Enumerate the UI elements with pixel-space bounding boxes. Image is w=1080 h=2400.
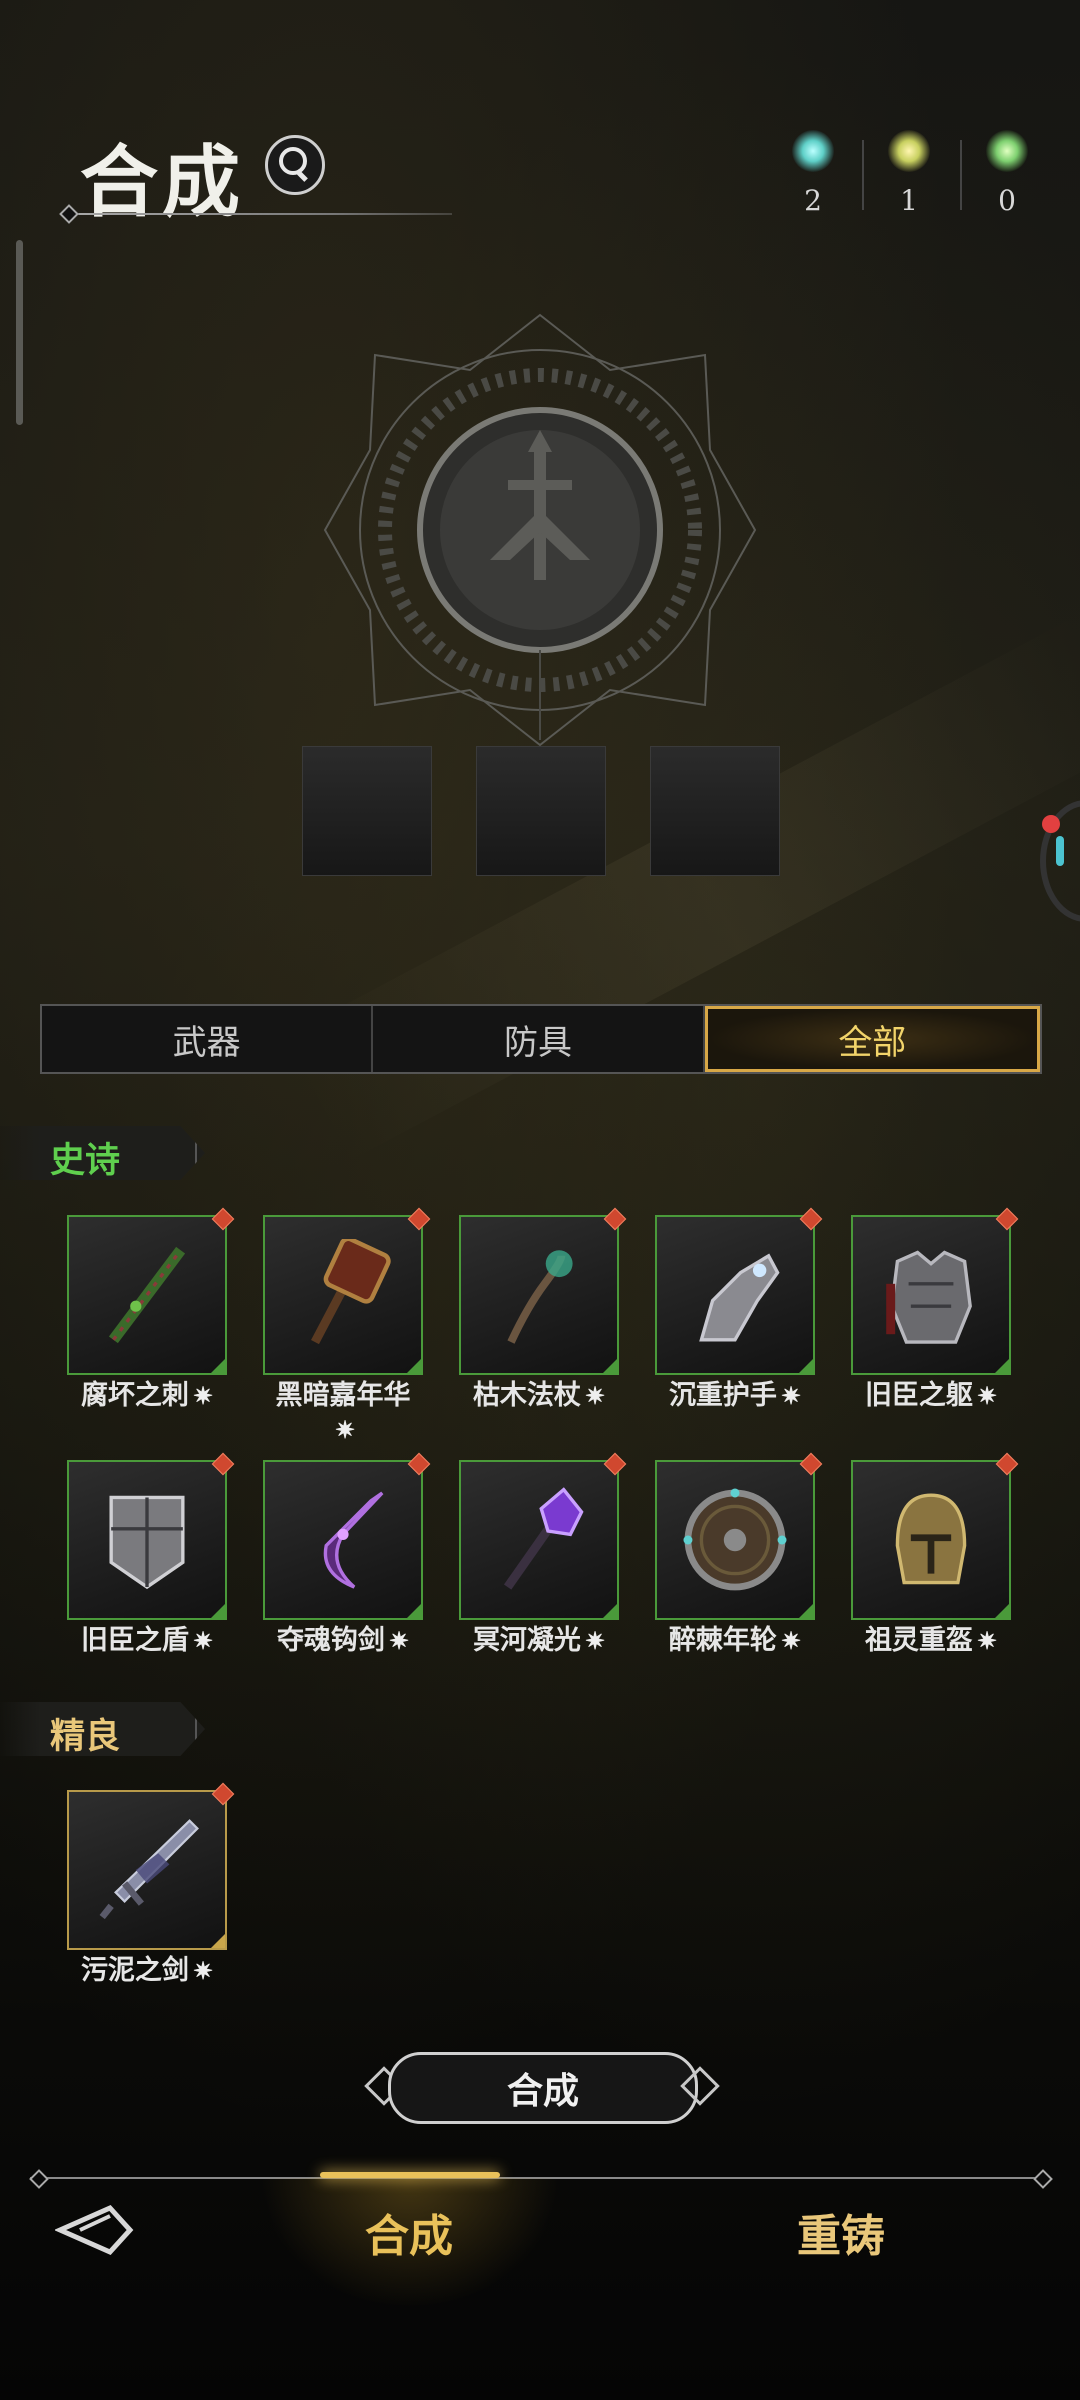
cyan-spiral-gem-icon xyxy=(792,130,834,172)
gauntlet-icon xyxy=(699,1253,780,1342)
item-name: 冥河凝光 xyxy=(472,1625,581,1656)
item-name: 沉重护手 xyxy=(668,1380,777,1411)
page-title: 合成 xyxy=(80,137,245,228)
crafting-altar xyxy=(320,310,760,750)
item-card[interactable]: 祖灵重盔 ✷ xyxy=(851,1452,1019,1658)
sparkle-icon: ✷ xyxy=(780,1381,802,1410)
active-tab-indicator xyxy=(320,2172,500,2178)
currency-3-count: 0 xyxy=(998,184,1016,217)
currency-1-count: 2 xyxy=(804,184,822,217)
item-name: 醉棘年轮 xyxy=(668,1625,777,1656)
sparkle-icon: ✷ xyxy=(192,1381,214,1410)
withered-staff-icon xyxy=(507,1250,573,1344)
item-name: 夺魂钩剑 xyxy=(276,1625,385,1656)
plate-armor-icon xyxy=(886,1250,972,1344)
item-card[interactable]: 旧臣之盾 ✷ xyxy=(67,1452,235,1658)
sparkle-icon: ✷ xyxy=(976,1626,998,1655)
section-epic-label: 史诗 xyxy=(50,1140,121,1181)
yellow-green-spiral-gem-icon xyxy=(888,130,930,172)
tab-weapons[interactable]: 武器 xyxy=(42,1006,374,1072)
sparkle-icon: ✷ xyxy=(192,1956,214,1985)
purple-mace-icon xyxy=(503,1487,584,1590)
sparkle-icon: ✷ xyxy=(584,1626,606,1655)
item-name: 旧臣之盾 xyxy=(80,1625,189,1656)
currency-2[interactable]: 1 xyxy=(874,130,944,217)
currency-1[interactable]: 2 xyxy=(778,130,848,217)
nav-tab-reforge[interactable]: 重铸 xyxy=(797,2200,885,2264)
item-name: 黑暗嘉年华 xyxy=(275,1380,411,1411)
item-card[interactable]: 冥河凝光 ✷ xyxy=(459,1452,627,1658)
tab-all[interactable]: 全部 xyxy=(704,1006,1040,1072)
sparkle-icon: ✷ xyxy=(388,1626,410,1655)
sparkle-icon: ✷ xyxy=(192,1626,214,1655)
tab-armor[interactable]: 防具 xyxy=(373,1006,705,1072)
currency-divider xyxy=(862,140,864,210)
sparkle-icon: ✷ xyxy=(976,1381,998,1410)
currency-3[interactable]: 0 xyxy=(972,130,1042,217)
item-name: 祖灵重盔 xyxy=(864,1625,973,1656)
material-slot-3[interactable] xyxy=(650,746,780,876)
tower-shield-icon xyxy=(109,1495,185,1590)
item-name: 污泥之剑 xyxy=(80,1955,189,1986)
sparkle-icon: ✷ xyxy=(584,1381,606,1410)
material-slot-1[interactable] xyxy=(302,746,432,876)
item-card[interactable]: 污泥之剑 ✷ xyxy=(67,1782,235,1988)
notification-dot xyxy=(1042,815,1060,833)
gold-helmet-icon xyxy=(895,1493,967,1585)
round-shield-icon xyxy=(683,1488,787,1591)
thorn-dagger-icon xyxy=(108,1246,186,1344)
green-spiral-gem-icon xyxy=(986,130,1028,172)
item-card[interactable]: 夺魂钩剑 ✷ xyxy=(263,1452,431,1658)
item-card[interactable]: 醉棘年轮 ✷ xyxy=(655,1452,823,1658)
item-card[interactable]: 枯木法杖 ✷ xyxy=(459,1207,627,1413)
mud-sword-icon xyxy=(99,1819,199,1920)
item-card[interactable]: 黑暗嘉年华 ✷ xyxy=(263,1207,431,1447)
sparkle-icon: ✷ xyxy=(780,1626,802,1655)
craft-button[interactable]: 合成 xyxy=(388,2052,698,2124)
section-fine-label: 精良 xyxy=(50,1716,121,1757)
item-card[interactable]: 旧臣之躯 ✷ xyxy=(851,1207,1019,1413)
item-name: 腐坏之刺 xyxy=(80,1380,189,1411)
section-fine-header: 精良 xyxy=(0,1702,205,1756)
section-epic-header: 史诗 xyxy=(0,1126,205,1180)
war-hammer-icon xyxy=(311,1239,391,1345)
scrollbar[interactable] xyxy=(16,240,23,425)
material-slot-2[interactable] xyxy=(476,746,606,876)
item-name: 枯木法杖 xyxy=(472,1380,581,1411)
title-underline xyxy=(62,213,452,215)
item-card[interactable]: 沉重护手 ✷ xyxy=(655,1207,823,1413)
sparkle-icon: ✷ xyxy=(334,1415,356,1444)
nav-tab-craft[interactable]: 合成 xyxy=(365,2200,453,2264)
hook-sword-icon xyxy=(323,1491,384,1589)
currency-2-count: 1 xyxy=(900,184,918,217)
search-button[interactable] xyxy=(265,135,325,195)
item-name: 旧臣之躯 xyxy=(864,1380,973,1411)
search-icon xyxy=(279,147,307,175)
back-icon[interactable] xyxy=(55,2200,135,2260)
item-card[interactable]: 腐坏之刺 ✷ xyxy=(67,1207,235,1413)
category-tabs: 武器 防具 全部 xyxy=(40,1004,1042,1074)
currency-divider xyxy=(960,140,962,210)
